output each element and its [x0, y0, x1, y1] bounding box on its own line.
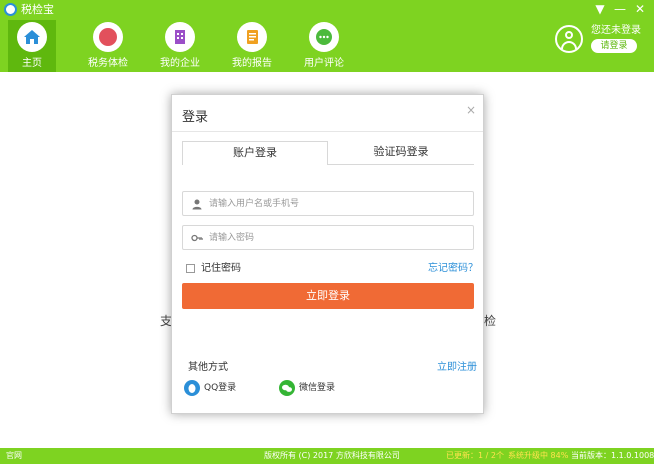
- comment-icon: [309, 22, 339, 52]
- password-input[interactable]: [209, 229, 469, 246]
- nav-home[interactable]: 主页: [8, 20, 56, 72]
- dialog-title: 登录: [182, 110, 209, 125]
- tab-account-login[interactable]: 账户登录: [182, 141, 328, 165]
- remember-password-checkbox[interactable]: [186, 264, 195, 273]
- password-field[interactable]: [182, 225, 474, 250]
- qq-login-button[interactable]: QQ登录: [184, 380, 254, 396]
- wechat-icon: [279, 380, 295, 396]
- username-field[interactable]: [182, 191, 474, 216]
- qq-login-label: QQ登录: [204, 383, 237, 393]
- status-bar: 官网 版权所有 (C) 2017 方欣科技有限公司 已更新：1 / 2个 系统升…: [0, 448, 654, 464]
- tab-code-login[interactable]: 验证码登录: [328, 141, 474, 165]
- title-bar: 税检宝 ▼ — ✕: [0, 0, 654, 20]
- login-dialog: 登录 × 账户登录 验证码登录 记住密码 忘记密码？ 立即登录 其他方式 立即注…: [171, 94, 484, 414]
- app-logo-icon: [4, 3, 17, 16]
- nav-user-comments[interactable]: 用户评论: [296, 20, 352, 72]
- tax-check-icon: [93, 22, 123, 52]
- header-login-button[interactable]: 请登录: [591, 39, 637, 53]
- menu-dropdown-icon[interactable]: ▼: [590, 1, 610, 17]
- nav-label: 税务体检: [88, 58, 128, 69]
- update-status: 已更新：1 / 2个: [446, 451, 504, 460]
- nav-my-report[interactable]: 我的报告: [224, 20, 280, 72]
- wechat-login-button[interactable]: 微信登录: [279, 380, 359, 396]
- register-link[interactable]: 立即注册: [437, 358, 477, 373]
- top-header: 税检宝 ▼ — ✕ 主页 税务体检 我的企业 我的报告 用户评论 您还未登录 请…: [0, 0, 654, 72]
- nav-label: 我的企业: [160, 58, 200, 69]
- tab-underline: [328, 164, 474, 165]
- nav-tax-check[interactable]: 税务体检: [80, 20, 136, 72]
- home-icon: [17, 22, 47, 52]
- minimize-button[interactable]: —: [610, 1, 630, 17]
- dialog-close-icon[interactable]: ×: [465, 103, 477, 117]
- app-title: 税检宝: [21, 3, 54, 16]
- close-window-button[interactable]: ✕: [630, 1, 650, 17]
- version-text: 当前版本：1.1.0.1008: [571, 451, 654, 460]
- other-methods-label: 其他方式: [188, 362, 228, 373]
- report-icon: [237, 22, 267, 52]
- login-status-text: 您还未登录: [591, 25, 641, 36]
- remember-password-label: 记住密码: [201, 263, 241, 274]
- login-submit-button[interactable]: 立即登录: [182, 283, 474, 309]
- enterprise-icon: [165, 22, 195, 52]
- official-site-link[interactable]: 官网: [6, 448, 22, 464]
- forgot-password-link[interactable]: 忘记密码？: [428, 263, 478, 275]
- nav-my-enterprise[interactable]: 我的企业: [152, 20, 208, 72]
- dialog-divider: [172, 131, 483, 132]
- username-input[interactable]: [209, 195, 469, 212]
- background-text-right: 检: [484, 314, 497, 328]
- user-icon: [191, 198, 203, 210]
- wechat-login-label: 微信登录: [299, 383, 336, 393]
- qq-icon: [184, 380, 200, 396]
- nav-label: 用户评论: [304, 58, 344, 69]
- upgrade-progress: 系统升级中 84%: [508, 451, 569, 460]
- user-avatar-icon[interactable]: [555, 25, 583, 53]
- key-icon: [191, 232, 203, 244]
- nav-label: 我的报告: [232, 58, 272, 69]
- copyright-text: 版权所有 (C) 2017 方欣科技有限公司: [264, 451, 400, 460]
- nav-label: 主页: [22, 58, 42, 69]
